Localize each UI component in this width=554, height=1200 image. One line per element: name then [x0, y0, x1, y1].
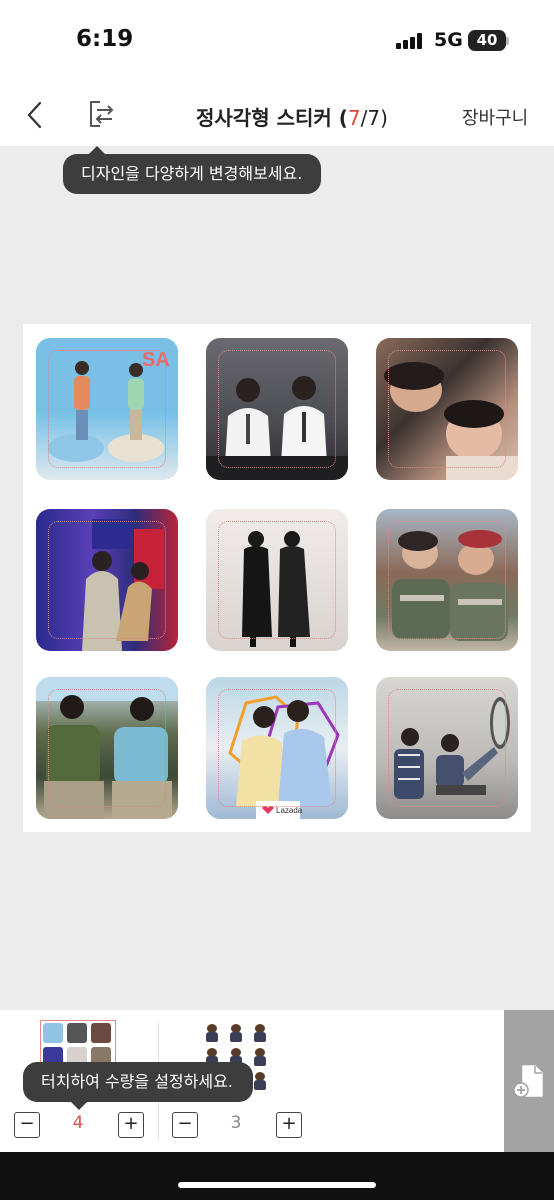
- design-2-minus-button[interactable]: −: [172, 1112, 198, 1138]
- home-indicator-area: [0, 1152, 554, 1200]
- home-indicator[interactable]: [178, 1182, 376, 1188]
- cut-line: [218, 350, 336, 468]
- sticker-photo-9[interactable]: [376, 677, 518, 819]
- design-hint-tooltip: 디자인을 다양하게 변경해보세요.: [63, 146, 321, 194]
- cut-line: [218, 689, 336, 807]
- title-total-count: /7): [360, 106, 388, 130]
- sticker-photo-8[interactable]: Lazada: [206, 677, 348, 819]
- cut-line: [388, 689, 506, 807]
- battery-cap: [506, 37, 509, 45]
- status-bar: 6:19 5G 40: [0, 0, 554, 84]
- title-current-count: 7: [347, 106, 361, 130]
- add-design-button[interactable]: [504, 1010, 554, 1152]
- design-2-quantity[interactable]: 3: [216, 1113, 256, 1133]
- cut-line: [48, 521, 166, 639]
- add-document-icon: [514, 1065, 543, 1098]
- chevron-left-icon: [27, 101, 42, 129]
- lazada-badge-text: Lazada: [276, 806, 303, 815]
- sticker-photo-4[interactable]: [36, 509, 178, 651]
- design-1-minus-button[interactable]: −: [14, 1112, 40, 1138]
- sticker-photo-1[interactable]: SA: [36, 338, 178, 480]
- cut-line: [388, 350, 506, 468]
- sticker-sheet: SA Lazada: [23, 324, 531, 832]
- design-2-plus-button[interactable]: +: [276, 1112, 302, 1138]
- cart-link[interactable]: 장바구니: [462, 104, 528, 130]
- sticker-photo-6[interactable]: [376, 509, 518, 651]
- quantity-hint-tooltip: 터치하여 수량을 설정하세요.: [23, 1062, 253, 1110]
- sticker-photo-3[interactable]: [376, 338, 518, 480]
- top-navigation: 정사각형 스티커 (7/7) 장바구니: [0, 84, 554, 146]
- swap-document-icon: [90, 101, 114, 127]
- cut-line: [48, 689, 166, 807]
- signal-icon: [396, 33, 426, 49]
- network-type: 5G: [434, 29, 463, 51]
- sticker-photo-5[interactable]: [206, 509, 348, 651]
- title-main: 정사각형 스티커 (: [196, 106, 348, 130]
- cut-line: [218, 521, 336, 639]
- design-1-plus-button[interactable]: +: [118, 1112, 144, 1138]
- sticker-photo-7[interactable]: [36, 677, 178, 819]
- change-design-button[interactable]: [86, 98, 118, 130]
- battery-icon: 40: [468, 30, 506, 51]
- page-title: 정사각형 스티커 (7/7): [196, 102, 388, 131]
- sticker-photo-2[interactable]: [206, 338, 348, 480]
- status-time: 6:19: [76, 26, 134, 52]
- cut-line: [48, 350, 166, 468]
- cut-line: [388, 521, 506, 639]
- back-button[interactable]: [22, 98, 50, 132]
